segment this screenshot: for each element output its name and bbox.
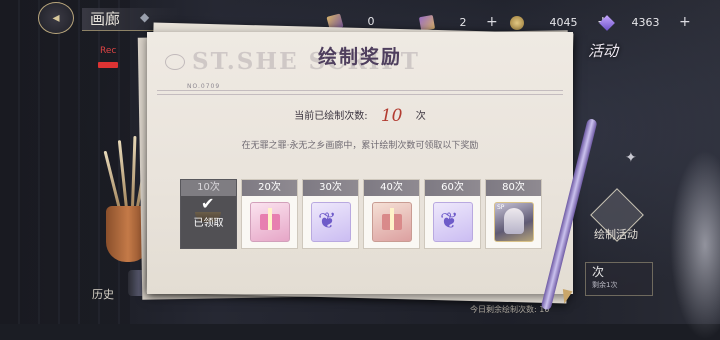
resource-gold: 4045 + bbox=[510, 12, 609, 32]
reward-tier-label: 60次 bbox=[425, 180, 480, 196]
remaining-draws-box[interactable]: 次 剩余1次 bbox=[585, 262, 653, 296]
gift-box-icon bbox=[372, 202, 412, 242]
draw-count-value: 10 bbox=[380, 106, 403, 126]
draw-count-suffix: 次 bbox=[415, 111, 426, 122]
draw-activity-label[interactable]: 绘制活动 bbox=[594, 226, 638, 242]
reward-description: 在无罪之罪·永无之乡画廊中，累计绘制次数可领取以下奖励 bbox=[241, 141, 479, 151]
resource-value: 2 bbox=[459, 16, 467, 29]
butterfly-icon: ❦ bbox=[311, 202, 351, 242]
character-portrait-icon: SP bbox=[494, 202, 534, 242]
add-card-ticket-button[interactable]: + bbox=[486, 14, 498, 30]
remaining-draws-sub: 剩余1次 bbox=[592, 281, 618, 289]
portrait-face bbox=[504, 208, 524, 234]
diamond-icon: ◆ bbox=[140, 10, 150, 24]
gift-box-shape bbox=[382, 208, 402, 230]
reward-tier-80[interactable]: 80次 SP bbox=[485, 179, 542, 249]
reward-tier-label: 80次 bbox=[486, 180, 541, 196]
resource-value: 0 bbox=[367, 15, 375, 28]
paper-serial: NO.0709 bbox=[187, 83, 221, 90]
butterfly-shape: ❦ bbox=[440, 209, 459, 234]
remaining-draws-label: 次 bbox=[592, 265, 605, 279]
purple-gem-icon bbox=[599, 15, 615, 31]
add-gem-button[interactable]: + bbox=[679, 14, 691, 30]
claimed-label: 已领取 bbox=[193, 218, 224, 229]
sparkle-icon: ✦ bbox=[625, 150, 637, 166]
reward-tier-label: 40次 bbox=[364, 180, 419, 196]
gold-coin-icon bbox=[510, 16, 524, 30]
draw-count-label: 当前已绘制次数: bbox=[294, 111, 368, 122]
butterfly-shape: ❦ bbox=[318, 209, 337, 234]
activity-button[interactable]: 活动 bbox=[588, 40, 618, 61]
panel-title: 绘制奖励 bbox=[317, 46, 402, 68]
divider bbox=[157, 90, 563, 91]
gift-box-icon bbox=[250, 202, 290, 242]
gift-box-shape bbox=[260, 208, 280, 230]
resource-gem: 4363 + bbox=[599, 12, 691, 32]
resource-value: 4363 bbox=[631, 16, 660, 29]
reward-tier-40[interactable]: 40次 bbox=[363, 179, 420, 249]
draw-count-row: 当前已绘制次数: 10 次 bbox=[147, 106, 573, 126]
claimed-overlay: ✔ 已领取 bbox=[181, 194, 236, 248]
divider bbox=[157, 94, 563, 95]
sp-tag: SP bbox=[497, 204, 505, 211]
reward-tier-60[interactable]: 60次 ❦ bbox=[424, 179, 481, 249]
rec-indicator bbox=[98, 62, 118, 68]
reward-panel: ST.SHE SCRIPT NO.0709 绘制奖励 当前已绘制次数: 10 次… bbox=[147, 32, 573, 294]
resource-value: 4045 bbox=[549, 16, 578, 29]
reward-tier-10[interactable]: 10次 ✔ 已领取 bbox=[180, 179, 237, 249]
rec-label: Rec bbox=[100, 46, 117, 56]
reward-tier-label: 30次 bbox=[303, 180, 358, 196]
daily-remaining-note: 今日剩余绘制次数: 10 bbox=[470, 305, 550, 314]
reward-tier-30[interactable]: 30次 ❦ bbox=[302, 179, 359, 249]
back-arrow-icon: ◂ bbox=[52, 10, 60, 26]
checkmark-icon: ✔ bbox=[201, 194, 215, 213]
reward-tier-label: 20次 bbox=[242, 180, 297, 196]
reward-tier-20[interactable]: 20次 bbox=[241, 179, 298, 249]
back-button[interactable]: ◂ bbox=[38, 2, 74, 34]
butterfly-icon: ❦ bbox=[433, 202, 473, 242]
